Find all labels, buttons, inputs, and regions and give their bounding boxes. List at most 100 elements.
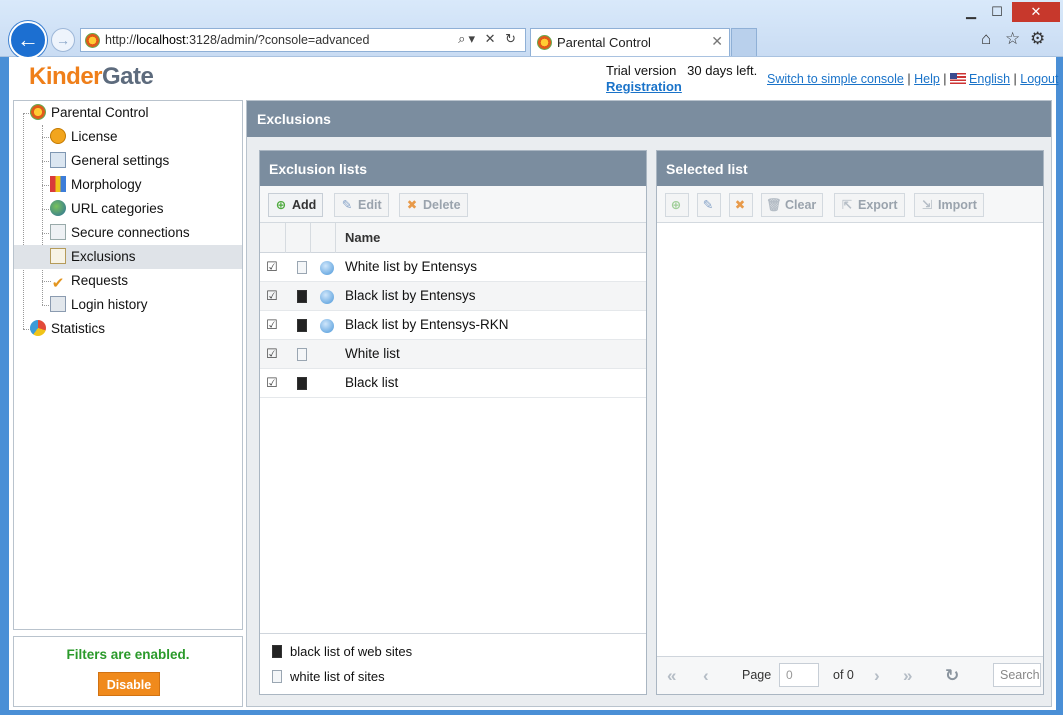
add-icon: ⊕ (670, 198, 682, 212)
exclusion-lists-toolbar: ⊕ Add ✎ Edit ✖ Delete (260, 186, 646, 223)
statistics-pie-icon (30, 320, 46, 336)
import-icon: ⇲ (921, 198, 933, 212)
tree-item-parental-control[interactable]: Parental Control (30, 101, 149, 125)
table-row[interactable]: ☑ Black list (260, 369, 646, 398)
export-icon: ⇱ (841, 198, 853, 212)
tree-item-secure-connections[interactable]: Secure connections (50, 221, 190, 245)
delete-entry-button[interactable]: ✖ (729, 193, 753, 217)
general-settings-icon (50, 152, 66, 168)
row-name: White list by Entensys (345, 259, 478, 274)
legend-black-list: black list of web sites (272, 644, 412, 659)
add-button[interactable]: ⊕ Add (268, 193, 324, 217)
delete-x-icon: ✖ (406, 198, 418, 212)
export-button[interactable]: ⇱ Export (834, 193, 905, 217)
tree-item-login-history[interactable]: Login history (50, 293, 148, 317)
browser-tab[interactable]: Parental Control ✕ (530, 28, 730, 56)
help-link[interactable]: Help (914, 72, 940, 86)
browser-chrome: ▁ ☐ ✕ ← → http://localhost:3128/admin/?c… (0, 0, 1063, 59)
tab-title: Parental Control (557, 35, 651, 50)
tree-item-exclusions[interactable]: Exclusions (14, 245, 242, 269)
search-input[interactable]: Search (993, 663, 1041, 687)
switch-console-link[interactable]: Switch to simple console (767, 72, 904, 86)
import-button[interactable]: ⇲ Import (914, 193, 984, 217)
page-total: of 0 (833, 668, 854, 682)
home-icon[interactable]: ⌂ (981, 29, 991, 49)
globe-icon (320, 261, 334, 275)
add-entry-button[interactable]: ⊕ (665, 193, 689, 217)
address-bar[interactable]: http://localhost:3128/admin/?console=adv… (80, 28, 526, 52)
exclusion-lists-title: Exclusion lists (260, 151, 646, 186)
tree-item-morphology[interactable]: Morphology (50, 173, 142, 197)
minimize-icon[interactable]: ▁ (960, 2, 982, 22)
table-row[interactable]: ☑ White list (260, 340, 646, 369)
prev-page-icon[interactable]: ‹ (703, 666, 709, 686)
checkbox-checked-icon[interactable]: ☑ (266, 288, 278, 304)
language-link[interactable]: English (969, 72, 1010, 86)
window-close-icon[interactable]: ✕ (1012, 2, 1060, 22)
tab-close-icon[interactable]: ✕ (711, 33, 723, 50)
delete-button[interactable]: ✖ Delete (399, 193, 468, 217)
login-history-icon (50, 296, 66, 312)
table-row[interactable]: ☑ Black list by Entensys-RKN (260, 311, 646, 340)
parental-control-icon (30, 104, 46, 120)
refresh-icon[interactable]: ↻ (945, 666, 959, 686)
secure-connections-icon (50, 224, 66, 240)
edit-button[interactable]: ✎ Edit (334, 193, 389, 217)
navigation-tree: Parental Control License General setting… (13, 100, 243, 630)
filter-status-box: Filters are enabled. Disable (13, 636, 243, 707)
back-button[interactable]: ← (9, 21, 47, 59)
tree-item-url-categories[interactable]: URL categories (50, 197, 164, 221)
table-row[interactable]: ☑ Black list by Entensys (260, 282, 646, 311)
exclusion-lists-panel: Exclusion lists ⊕ Add ✎ Edit ✖ Delete Name … (259, 150, 647, 695)
url-categories-icon (50, 200, 66, 216)
row-name: Black list by Entensys (345, 288, 476, 303)
new-tab-button[interactable] (731, 28, 757, 56)
row-name: Black list (345, 375, 399, 390)
pagination-bar: « ‹ Page 0 of 0 › » ↻ Search (657, 656, 1043, 694)
globe-icon (320, 319, 334, 333)
kindergate-logo: KinderGate (29, 63, 154, 90)
tree-item-license[interactable]: License (50, 125, 118, 149)
forward-button[interactable]: → (51, 28, 75, 52)
selected-list-panel: Selected list ⊕ ✎ ✖ 🗑 Clear ⇱ Export ⇲ Impo… (656, 150, 1044, 695)
checkbox-checked-icon[interactable]: ☑ (266, 375, 278, 391)
checkbox-checked-icon[interactable]: ☑ (266, 346, 278, 362)
edit-entry-button[interactable]: ✎ (697, 193, 721, 217)
page-label: Page (742, 668, 772, 682)
settings-gear-icon[interactable]: ⚙ (1030, 29, 1045, 49)
site-favicon-icon (85, 33, 100, 48)
page-title: Exclusions (247, 101, 1051, 137)
top-links: Switch to simple console | Help | Englis… (767, 72, 1059, 86)
white-list-icon (297, 348, 307, 361)
logout-link[interactable]: Logout (1020, 72, 1058, 86)
favorites-star-icon[interactable]: ☆ (1005, 29, 1020, 49)
black-list-icon (272, 645, 282, 658)
white-list-icon (297, 261, 307, 274)
checkbox-checked-icon[interactable]: ☑ (266, 317, 278, 333)
selected-list-title: Selected list (657, 151, 1043, 186)
next-page-icon[interactable]: › (874, 666, 880, 686)
address-tools[interactable]: ⌕▾ ✕ ↻ (458, 31, 519, 47)
first-page-icon[interactable]: « (667, 666, 676, 686)
registration-link[interactable]: Registration (606, 79, 682, 94)
clear-button[interactable]: 🗑 Clear (761, 193, 824, 217)
add-icon: ⊕ (275, 198, 287, 212)
tree-item-statistics[interactable]: Statistics (30, 317, 105, 341)
black-list-icon (297, 290, 307, 303)
disable-button[interactable]: Disable (98, 672, 160, 696)
checkbox-checked-icon[interactable]: ☑ (266, 259, 278, 275)
tree-item-requests[interactable]: ✔ Requests (50, 269, 128, 293)
maximize-icon[interactable]: ☐ (986, 2, 1008, 22)
selected-list-toolbar: ⊕ ✎ ✖ 🗑 Clear ⇱ Export ⇲ Import (657, 186, 1043, 223)
last-page-icon[interactable]: » (903, 666, 912, 686)
page-number-input[interactable]: 0 (779, 663, 819, 687)
grid-header: Name (260, 223, 646, 253)
checkmark-icon: ✔ (51, 275, 65, 292)
column-header-name[interactable]: Name (345, 230, 380, 245)
table-row[interactable]: ☑ White list by Entensys (260, 253, 646, 282)
trash-icon: 🗑 (766, 198, 782, 212)
tree-item-general-settings[interactable]: General settings (50, 149, 169, 173)
row-name: White list (345, 346, 400, 361)
us-flag-icon (950, 73, 967, 84)
pencil-icon: ✎ (702, 198, 714, 212)
